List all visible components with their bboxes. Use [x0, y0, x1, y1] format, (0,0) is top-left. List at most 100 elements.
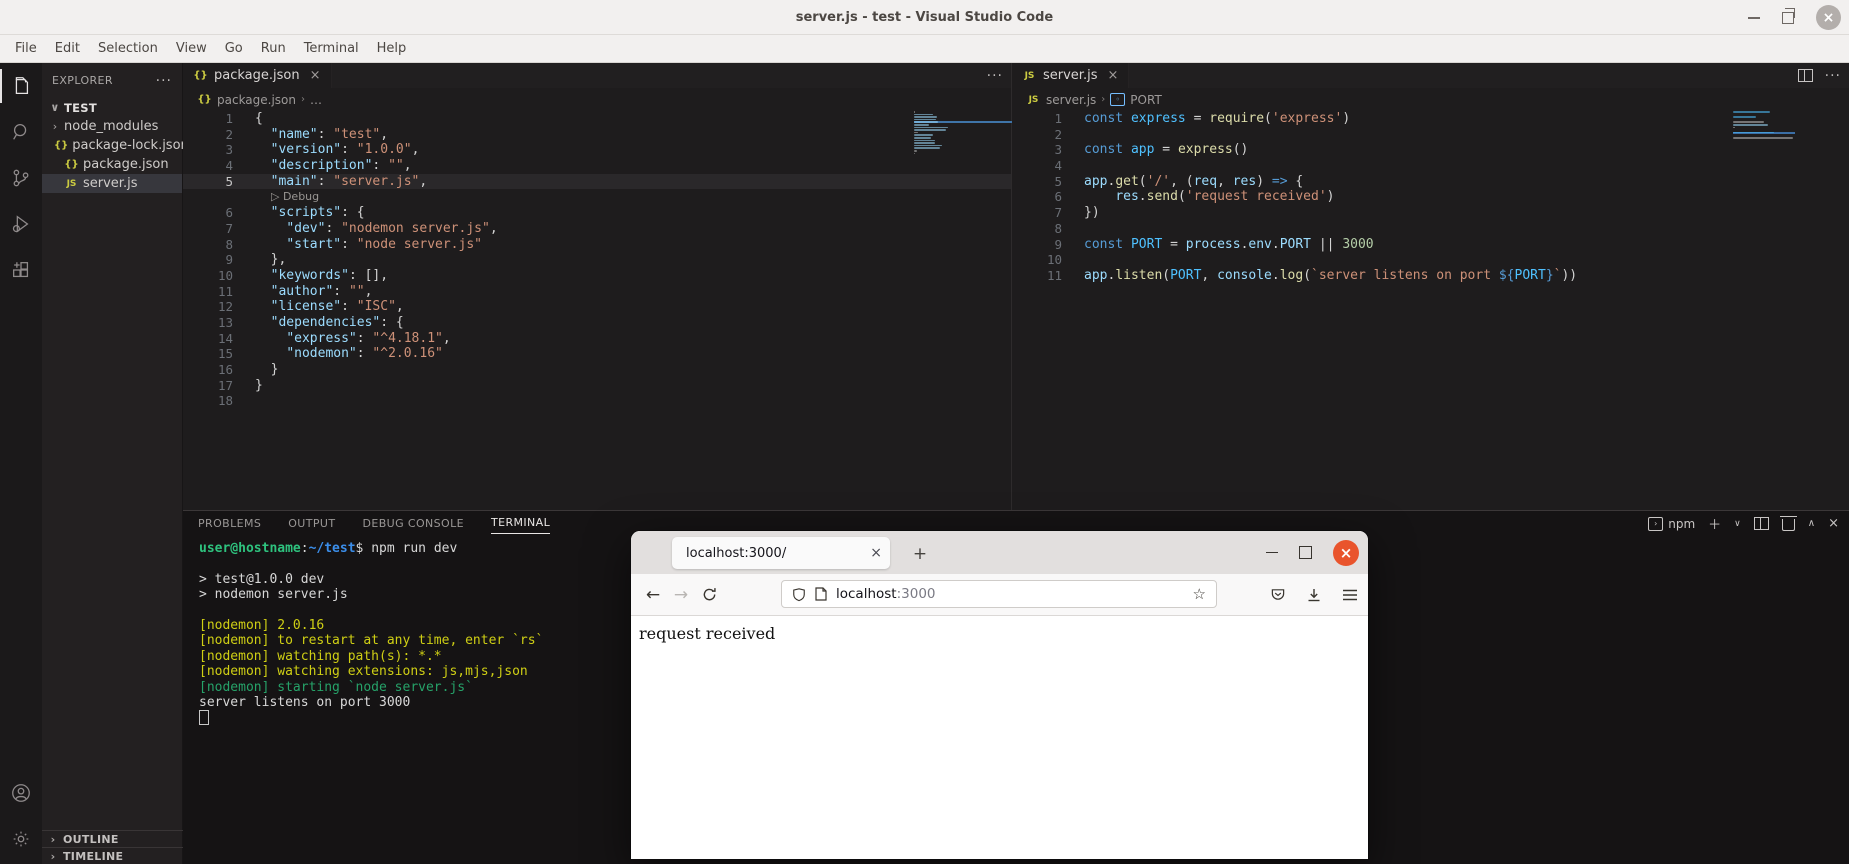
tree-item-node-modules[interactable]: ›node_modules: [42, 117, 182, 136]
tab-close-icon[interactable]: ×: [870, 545, 882, 561]
menu-go[interactable]: Go: [216, 38, 252, 59]
breadcrumb[interactable]: {}package.json›…: [183, 88, 1011, 111]
code-line-1[interactable]: 1{: [183, 111, 1011, 127]
tree-item-package-json[interactable]: {}package.json: [42, 155, 182, 174]
terminal-output[interactable]: user@hostname:~/test$ npm run dev> test@…: [199, 541, 543, 726]
back-button[interactable]: ←: [639, 581, 667, 609]
new-terminal-icon[interactable]: ＋: [1708, 514, 1721, 533]
pocket-icon[interactable]: [1270, 587, 1286, 602]
code-line-10[interactable]: 10: [1012, 252, 1849, 268]
code-line-10[interactable]: 10 "keywords": [],: [183, 268, 1011, 284]
maximize-icon[interactable]: [1299, 546, 1312, 559]
code-line-16[interactable]: 16 }: [183, 362, 1011, 378]
tree-item-server-js[interactable]: JSserver.js: [42, 174, 182, 193]
url-text[interactable]: localhost:3000: [836, 586, 1184, 602]
search-icon[interactable]: [0, 109, 42, 155]
menu-file[interactable]: File: [6, 38, 46, 59]
editor-actions-more-icon[interactable]: ···: [987, 68, 1003, 84]
minimap[interactable]: [1733, 111, 1813, 139]
activity-bar: [0, 63, 42, 864]
menu-terminal[interactable]: Terminal: [295, 38, 368, 59]
code-line-11[interactable]: 11 "author": "",: [183, 284, 1011, 300]
tree-item-package-lock-json[interactable]: {}package-lock.json: [42, 136, 182, 155]
tab-server-js[interactable]: JS server.js ×: [1012, 63, 1129, 88]
symbol-variable-icon: ◦: [1110, 93, 1125, 106]
code-line-18[interactable]: 18: [183, 393, 1011, 409]
close-icon[interactable]: ×: [1816, 5, 1841, 30]
menu-help[interactable]: Help: [368, 38, 416, 59]
run-debug-icon[interactable]: [0, 201, 42, 247]
code-line-1[interactable]: 1const express = require('express'): [1012, 111, 1849, 127]
sidebar-more-icon[interactable]: ···: [156, 73, 172, 89]
close-icon[interactable]: ×: [1333, 540, 1359, 566]
menu-selection[interactable]: Selection: [89, 38, 167, 59]
browser-toolbar: ← → localhost:3000 ☆: [631, 574, 1368, 616]
code-line-4[interactable]: 4: [1012, 158, 1849, 174]
timeline-section[interactable]: › TIMELINE: [42, 847, 183, 864]
panel-tab-problems[interactable]: PROBLEMS: [198, 513, 261, 534]
code-line-3[interactable]: 3 "version": "1.0.0",: [183, 142, 1011, 158]
code-line-6[interactable]: 6 "scripts": {: [183, 205, 1011, 221]
page-info-icon[interactable]: [815, 587, 827, 601]
menu-view[interactable]: View: [167, 38, 216, 59]
minimap[interactable]: [914, 111, 1018, 157]
code-line-3[interactable]: 3const app = express(): [1012, 142, 1849, 158]
tab-package-json[interactable]: {} package.json ×: [183, 63, 332, 88]
account-icon[interactable]: [0, 770, 42, 816]
forward-button[interactable]: →: [667, 581, 695, 609]
code-line-8[interactable]: 8: [1012, 221, 1849, 237]
outline-section[interactable]: › OUTLINE: [42, 830, 183, 847]
editor-actions-more-icon[interactable]: ···: [1825, 68, 1841, 84]
maximize-panel-icon[interactable]: ∧: [1808, 518, 1815, 529]
code-line-17[interactable]: 17}: [183, 378, 1011, 394]
breadcrumb[interactable]: JSserver.js›◦PORT: [1012, 88, 1849, 111]
menu-edit[interactable]: Edit: [46, 38, 89, 59]
code-line-5[interactable]: 5 "main": "server.js",: [183, 174, 1011, 190]
code-line-8[interactable]: 8 "start": "node server.js": [183, 237, 1011, 253]
minimize-icon[interactable]: [1266, 552, 1278, 554]
close-panel-icon[interactable]: ×: [1828, 516, 1839, 531]
terminal-shell-selector[interactable]: › npm: [1648, 517, 1695, 531]
explorer-icon[interactable]: [0, 63, 42, 109]
source-control-icon[interactable]: [0, 155, 42, 201]
tab-close-icon[interactable]: ×: [1107, 68, 1118, 83]
url-bar[interactable]: localhost:3000 ☆: [781, 580, 1217, 608]
code-line-14[interactable]: 14 "express": "^4.18.1",: [183, 331, 1011, 347]
code-line-9[interactable]: 9 },: [183, 252, 1011, 268]
kill-terminal-icon[interactable]: [1782, 519, 1795, 531]
menu-run[interactable]: Run: [252, 38, 295, 59]
hamburger-menu-icon[interactable]: [1342, 588, 1358, 602]
codelens-debug[interactable]: ▷ Debug: [183, 189, 1011, 205]
browser-tab-localhost[interactable]: localhost:3000/ ×: [672, 537, 890, 569]
extensions-icon[interactable]: [0, 247, 42, 293]
code-line-5[interactable]: 5app.get('/', (req, res) => {: [1012, 174, 1849, 190]
tree-root-test[interactable]: ∨ TEST: [42, 98, 182, 117]
code-line-2[interactable]: 2: [1012, 127, 1849, 143]
split-editor-icon[interactable]: [1798, 69, 1813, 82]
code-line-13[interactable]: 13 "dependencies": {: [183, 315, 1011, 331]
panel-tab-debug-console[interactable]: DEBUG CONSOLE: [362, 513, 464, 534]
reload-icon[interactable]: [695, 581, 723, 609]
panel-tab-terminal[interactable]: TERMINAL: [491, 512, 550, 534]
code-line-4[interactable]: 4 "description": "",: [183, 158, 1011, 174]
code-line-15[interactable]: 15 "nodemon": "^2.0.16": [183, 346, 1011, 362]
code-editor-server-js[interactable]: 1const express = require('express')23con…: [1012, 111, 1849, 284]
code-line-6[interactable]: 6 res.send('request received'): [1012, 189, 1849, 205]
code-line-12[interactable]: 12 "license": "ISC",: [183, 299, 1011, 315]
bookmark-star-icon[interactable]: ☆: [1193, 585, 1206, 603]
code-line-9[interactable]: 9const PORT = process.env.PORT || 3000: [1012, 237, 1849, 253]
downloads-icon[interactable]: [1306, 587, 1322, 603]
terminal-dropdown-icon[interactable]: ∨: [1734, 519, 1741, 529]
new-tab-button[interactable]: +: [907, 541, 933, 567]
tab-close-icon[interactable]: ×: [310, 68, 321, 83]
settings-gear-icon[interactable]: [0, 816, 42, 862]
minimize-icon[interactable]: [1748, 17, 1760, 19]
restore-icon[interactable]: [1782, 12, 1794, 24]
split-terminal-icon[interactable]: [1754, 517, 1769, 530]
panel-tab-output[interactable]: OUTPUT: [288, 513, 335, 534]
code-line-7[interactable]: 7}): [1012, 205, 1849, 221]
code-line-11[interactable]: 11app.listen(PORT, console.log(`server l…: [1012, 268, 1849, 284]
code-line-7[interactable]: 7 "dev": "nodemon server.js",: [183, 221, 1011, 237]
code-line-2[interactable]: 2 "name": "test",: [183, 127, 1011, 143]
code-editor-package-json[interactable]: 1{2 "name": "test",3 "version": "1.0.0",…: [183, 111, 1011, 409]
